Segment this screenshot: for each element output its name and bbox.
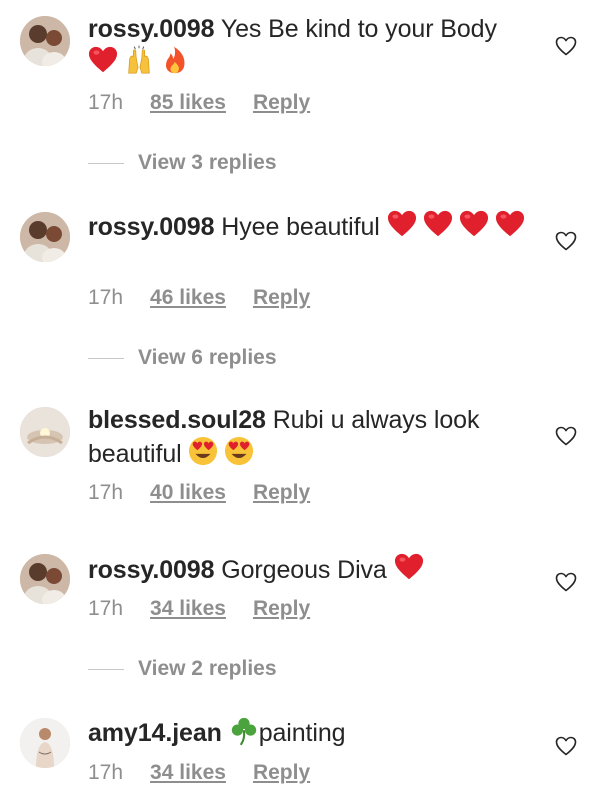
comment-meta: 17h 46 likes Reply [88, 286, 310, 310]
view-replies-label: View 6 replies [138, 346, 277, 369]
heart-eyes-emoji [224, 436, 254, 466]
comment-meta: 17h 85 likes Reply [88, 91, 310, 115]
raised-hands-emoji [124, 45, 154, 75]
reply-button[interactable]: Reply [253, 597, 310, 621]
comment-meta: 17h 40 likes Reply [88, 481, 310, 505]
reply-button[interactable]: Reply [253, 91, 310, 115]
comment-text: rossy.0098 Gorgeous Diva [88, 552, 528, 586]
heart-eyes-emoji [188, 436, 218, 466]
red-heart-emoji [423, 209, 453, 239]
like-heart-icon[interactable] [554, 570, 578, 594]
view-replies-button[interactable]: View 6 replies [88, 346, 277, 370]
red-heart-emoji [88, 45, 118, 75]
avatar[interactable] [20, 212, 70, 262]
emoji-group [394, 552, 424, 582]
like-heart-icon[interactable] [554, 229, 578, 253]
divider-line [88, 668, 124, 670]
view-replies-button[interactable]: View 3 replies [88, 151, 277, 175]
like-heart-icon[interactable] [554, 734, 578, 758]
likes-count-link[interactable]: 34 likes [150, 597, 226, 621]
reply-button[interactable]: Reply [253, 286, 310, 310]
likes-count-link[interactable]: 34 likes [150, 761, 226, 785]
comment-body: Yes Be kind to your Body [220, 15, 497, 43]
view-replies-label: View 2 replies [138, 657, 277, 680]
comment-time: 17h [88, 481, 124, 504]
comment-text: rossy.0098 Yes Be kind to your Body [88, 14, 528, 79]
comment-meta: 17h 34 likes Reply [88, 597, 310, 621]
avatar[interactable] [20, 554, 70, 604]
comment-text: amy14.jean painting [88, 716, 528, 749]
red-heart-emoji [495, 209, 525, 239]
comment-meta: 17h 34 likes Reply [88, 761, 310, 785]
view-replies-button[interactable]: View 2 replies [88, 657, 277, 681]
likes-count-link[interactable]: 40 likes [150, 481, 226, 505]
reply-button[interactable]: Reply [253, 761, 310, 785]
red-heart-emoji [394, 552, 424, 582]
like-heart-icon[interactable] [554, 424, 578, 448]
red-heart-emoji [387, 209, 417, 239]
comment-text: blessed.soul28 Rubi u always look beauti… [88, 405, 528, 470]
likes-count-link[interactable]: 46 likes [150, 286, 226, 310]
comment-username[interactable]: rossy.0098 [88, 15, 215, 43]
red-heart-emoji [459, 209, 489, 239]
comment-username[interactable]: blessed.soul28 [88, 406, 266, 434]
emoji-group [88, 45, 190, 75]
avatar[interactable] [20, 16, 70, 66]
emoji-group [387, 209, 525, 239]
comment-time: 17h [88, 597, 124, 620]
shamrock-emoji [229, 716, 259, 746]
comment-time: 17h [88, 761, 124, 784]
avatar[interactable] [20, 407, 70, 457]
comment-username[interactable]: rossy.0098 [88, 556, 215, 584]
divider-line [88, 357, 124, 359]
divider-line [88, 162, 124, 164]
comment-body: Hyee beautiful [221, 213, 380, 241]
likes-count-link[interactable]: 85 likes [150, 91, 226, 115]
comment-time: 17h [88, 91, 124, 114]
comment-body: Gorgeous Diva [221, 556, 387, 584]
view-replies-label: View 3 replies [138, 151, 277, 174]
comment-body: painting [258, 719, 346, 747]
like-heart-icon[interactable] [554, 34, 578, 58]
comment-username[interactable]: amy14.jean [88, 719, 222, 747]
avatar[interactable] [20, 718, 70, 768]
comment-username[interactable]: rossy.0098 [88, 213, 215, 241]
emoji-group [188, 436, 254, 466]
reply-button[interactable]: Reply [253, 481, 310, 505]
comment-text: rossy.0098 Hyee beautiful [88, 209, 528, 243]
fire-emoji [160, 45, 190, 75]
comment-time: 17h [88, 286, 124, 309]
